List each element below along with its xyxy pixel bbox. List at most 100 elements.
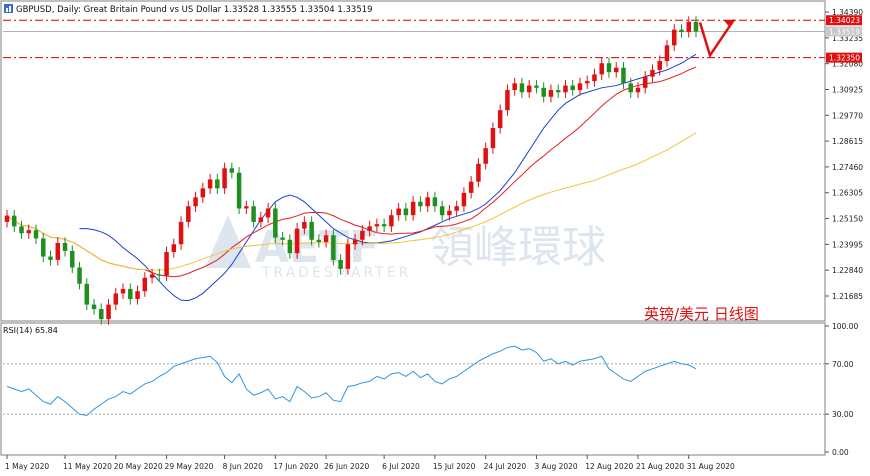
price-tick-label: 1.22840 bbox=[832, 266, 863, 275]
candle-bull bbox=[135, 291, 140, 300]
candle-bull bbox=[178, 221, 184, 245]
candle-bull bbox=[584, 81, 590, 84]
candle-bear bbox=[62, 242, 68, 251]
candle-bear bbox=[251, 206, 256, 222]
date-tick-label: 15 Jul 2020 bbox=[433, 462, 476, 471]
date-tick-label: 24 Jul 2020 bbox=[484, 462, 527, 471]
watermark-main: 領峰環球 bbox=[430, 222, 606, 273]
candle-bear bbox=[555, 90, 561, 93]
candle-bear bbox=[679, 29, 684, 32]
candle-bear bbox=[381, 224, 387, 227]
candle-bull bbox=[642, 76, 648, 88]
candle-bear bbox=[280, 237, 285, 240]
candle-bear bbox=[541, 87, 546, 97]
chart-icon bbox=[4, 4, 13, 13]
candle-bear bbox=[534, 85, 539, 88]
candle-bull bbox=[265, 208, 271, 218]
candle-bear bbox=[48, 256, 53, 260]
candle-bull bbox=[577, 83, 583, 91]
rsi-label: RSI(14) 65.84 bbox=[3, 326, 58, 335]
candle-bull bbox=[200, 188, 206, 198]
candle-bear bbox=[128, 288, 133, 300]
candle-bear bbox=[236, 172, 242, 209]
candle-bear bbox=[439, 206, 445, 216]
date-tick-label: 3 Aug 2020 bbox=[534, 462, 577, 471]
rsi-tick-label: 0.00 bbox=[832, 448, 849, 457]
candle-bear bbox=[157, 274, 162, 276]
candle-bull bbox=[106, 304, 111, 320]
candle-bull bbox=[164, 252, 169, 276]
candle-bull bbox=[671, 29, 677, 46]
candle-bull bbox=[302, 221, 307, 229]
candle-bull bbox=[26, 230, 32, 234]
candle-bull bbox=[120, 288, 126, 294]
candle-bull bbox=[483, 148, 488, 164]
candle-bull bbox=[149, 274, 155, 278]
candle-bull bbox=[186, 206, 191, 222]
candle-bear bbox=[316, 239, 322, 243]
candle-bear bbox=[215, 179, 220, 189]
candle-bear bbox=[91, 304, 97, 310]
candle-bear bbox=[33, 230, 39, 239]
candle-bull bbox=[548, 90, 554, 97]
candle-bear bbox=[70, 250, 75, 268]
candle-bull bbox=[468, 181, 474, 193]
date-tick-label: 8 Jun 2020 bbox=[223, 462, 264, 471]
candle-bull bbox=[447, 210, 452, 216]
candle-bear bbox=[519, 83, 525, 93]
candle-bull bbox=[323, 235, 329, 243]
candle-bull bbox=[345, 244, 351, 269]
candle-bull bbox=[352, 239, 358, 245]
date-tick-label: 20 May 2020 bbox=[114, 462, 163, 471]
candle-bear bbox=[331, 235, 336, 260]
price-tick-label: 1.28615 bbox=[832, 137, 863, 146]
price-tag-label: 1.34023 bbox=[829, 16, 860, 25]
candle-bull bbox=[244, 206, 249, 209]
date-tick-label: 21 Aug 2020 bbox=[636, 462, 684, 471]
price-tick-label: 1.23995 bbox=[832, 240, 863, 249]
candle-bull bbox=[142, 277, 148, 292]
date-tick-label: 26 Jun 2020 bbox=[324, 462, 369, 471]
rsi-tick-label: 70.00 bbox=[832, 360, 854, 369]
candle-bull bbox=[686, 21, 691, 32]
price-tick-label: 1.21685 bbox=[832, 292, 863, 301]
price-tick-label: 1.27460 bbox=[832, 163, 863, 172]
candle-bull bbox=[490, 128, 496, 149]
candle-bull bbox=[4, 215, 10, 222]
date-tick-label: 6 Jul 2020 bbox=[382, 462, 420, 471]
candle-bull bbox=[55, 242, 61, 260]
price-tick-label: 1.26305 bbox=[832, 189, 863, 198]
candle-bull bbox=[664, 45, 670, 61]
candle-bear bbox=[418, 201, 423, 207]
candle-bull bbox=[613, 67, 619, 73]
candle-bull bbox=[476, 163, 481, 182]
date-tick-label: 1 May 2020 bbox=[5, 462, 49, 471]
price-tag-label: 1.33519 bbox=[829, 28, 860, 37]
candle-bear bbox=[12, 215, 17, 227]
candle-bear bbox=[338, 259, 343, 269]
candle-bear bbox=[570, 85, 575, 91]
candle-bull bbox=[650, 69, 655, 77]
rsi-tick-label: 30.00 bbox=[832, 410, 854, 419]
candle-bull bbox=[113, 293, 119, 305]
candle-bull bbox=[512, 83, 517, 91]
candle-bull bbox=[454, 206, 459, 211]
symbol-info: GBPUSD, Daily: Great Britain Pound vs US… bbox=[16, 5, 373, 15]
candle-bull bbox=[222, 168, 227, 189]
candle-bull bbox=[207, 179, 213, 189]
candle-bull bbox=[294, 228, 300, 254]
chart-canvas: GBPUSD, Daily: Great Britain Pound vs US… bbox=[0, 0, 870, 476]
candle-bear bbox=[273, 208, 278, 238]
chart-icon-bar bbox=[9, 6, 11, 12]
candle-bear bbox=[229, 168, 235, 173]
candle-bear bbox=[287, 239, 293, 254]
date-tick-label: 12 Aug 2020 bbox=[585, 462, 633, 471]
candle-bear bbox=[41, 238, 46, 257]
price-tick-label: 1.25150 bbox=[832, 215, 863, 224]
candle-bull bbox=[258, 217, 264, 222]
candle-bear bbox=[77, 267, 82, 284]
candle-bear bbox=[309, 221, 314, 240]
chart-icon-bar bbox=[6, 8, 8, 12]
chart-window: GBPUSD, Daily: Great Britain Pound vs US… bbox=[0, 0, 870, 476]
candle-bull bbox=[563, 85, 568, 93]
